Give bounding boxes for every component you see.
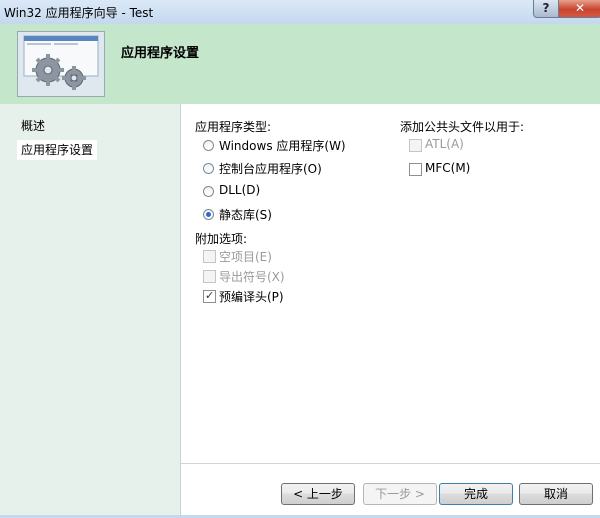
next-button[interactable]: 下一步 > — [363, 483, 437, 505]
radio-static-lib-label[interactable]: 静态库(S) — [219, 206, 272, 223]
page-title: 应用程序设置 — [121, 46, 200, 61]
radio-static-lib[interactable] — [203, 209, 214, 220]
cancel-button[interactable]: 取消 — [519, 483, 593, 505]
radio-dll-label[interactable]: DLL(D) — [219, 183, 260, 197]
wizard-header: 应用程序设置 — [0, 24, 600, 104]
window-title: Win32 应用程序向导 - Test — [4, 6, 154, 20]
footer-divider — [181, 463, 600, 464]
checkbox-export-symbols-label[interactable]: 导出符号(X) — [219, 268, 285, 285]
extra-options-label: 附加选项: — [195, 232, 248, 246]
radio-windows-app-label[interactable]: Windows 应用程序(W) — [219, 137, 346, 154]
checkbox-empty-project-label[interactable]: 空项目(E) — [219, 248, 272, 265]
radio-console-app-label[interactable]: 控制台应用程序(O) — [219, 160, 322, 177]
finish-button[interactable]: 完成 — [439, 483, 513, 505]
app-type-label: 应用程序类型: — [195, 120, 272, 134]
settings-panel: 应用程序类型: Windows 应用程序(W) 控制台应用程序(O) DLL(D… — [181, 104, 600, 518]
checkbox-precompiled-header[interactable]: ✓ — [203, 289, 216, 303]
close-button[interactable]: ✕ — [558, 0, 600, 18]
checkbox-empty-project[interactable] — [203, 250, 216, 263]
gears-icon — [17, 31, 105, 97]
radio-console-app[interactable] — [203, 163, 214, 174]
checkbox-atl-label[interactable]: ATL(A) — [425, 137, 464, 151]
help-icon: ? — [542, 1, 550, 15]
checkbox-export-symbols[interactable] — [203, 270, 216, 283]
nav-item-app-settings[interactable]: 应用程序设置 — [17, 140, 98, 160]
checkmark-icon: ✓ — [205, 289, 215, 302]
radio-dll[interactable] — [203, 186, 214, 197]
wizard-nav: 概述 应用程序设置 — [0, 104, 181, 518]
checkbox-mfc[interactable] — [409, 163, 422, 176]
checkbox-atl[interactable] — [409, 139, 422, 152]
common-headers-label: 添加公共头文件以用于: — [400, 120, 525, 134]
title-bar[interactable]: Win32 应用程序向导 - Test ? ✕ — [0, 0, 600, 24]
close-icon: ✕ — [574, 1, 586, 15]
back-button[interactable]: < 上一步 — [281, 483, 355, 505]
nav-item-overview[interactable]: 概述 — [17, 116, 49, 136]
checkbox-precompiled-header-label[interactable]: 预编译头(P) — [219, 288, 284, 305]
help-button[interactable]: ? — [533, 0, 559, 18]
checkbox-mfc-label[interactable]: MFC(M) — [425, 161, 470, 175]
radio-windows-app[interactable] — [203, 140, 214, 151]
